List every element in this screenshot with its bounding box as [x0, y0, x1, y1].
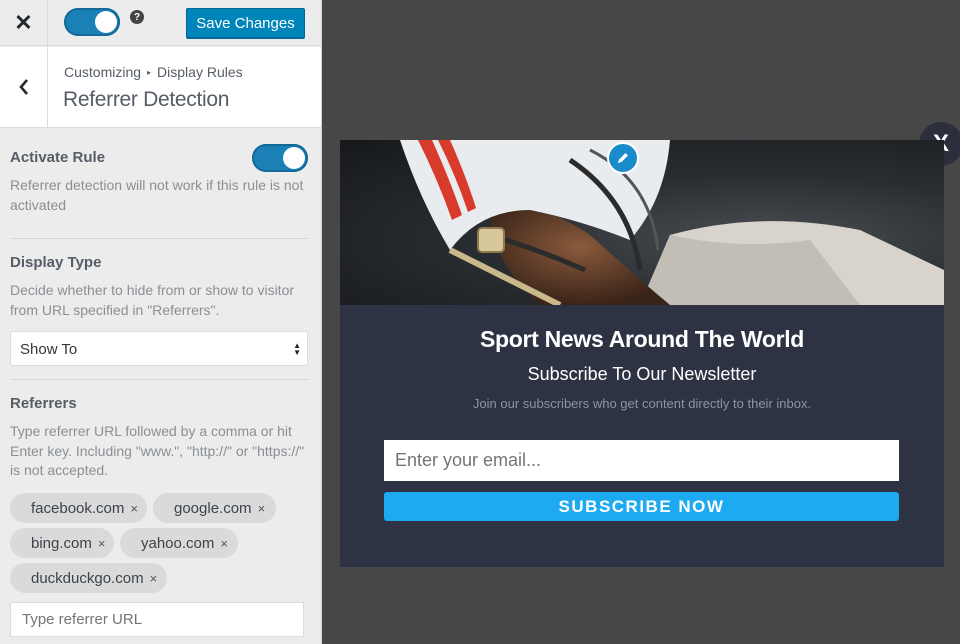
popup-subtitle: Subscribe To Our Newsletter	[527, 364, 757, 384]
global-toggle[interactable]	[64, 8, 120, 36]
referrer-tag-label: facebook.com	[31, 499, 125, 517]
remove-tag-icon[interactable]: ×	[150, 571, 158, 586]
customizer-topbar: ✕ ? Save Changes	[0, 0, 321, 46]
referrer-tag-label: yahoo.com	[141, 534, 215, 552]
chevron-left-icon	[18, 79, 28, 95]
referrers-description: Type referrer URL followed by a comma or…	[10, 423, 305, 478]
divider	[10, 238, 308, 239]
remove-tag-icon[interactable]: ×	[220, 536, 228, 551]
referrer-tag: facebook.com ×	[10, 493, 147, 523]
breadcrumb-root: Customizing	[64, 64, 142, 80]
remove-tag-icon[interactable]: ×	[258, 501, 266, 516]
referrers-title: Referrers	[10, 395, 77, 412]
display-type-selected: Show To	[20, 341, 78, 358]
pencil-glyph	[618, 153, 628, 163]
activate-rule-description: Referrer detection will not work if this…	[10, 177, 304, 213]
breadcrumb-current: Display Rules	[157, 64, 243, 80]
referrer-tag: bing.com ×	[10, 528, 114, 558]
toggle-knob	[283, 147, 305, 169]
activate-rule-toggle[interactable]	[252, 144, 308, 172]
subscribe-button[interactable]: SUBSCRIBE NOW	[384, 492, 899, 521]
football-player-illustration	[400, 140, 944, 305]
breadcrumb-arrow-icon: ▸	[147, 68, 152, 77]
divider	[10, 379, 308, 380]
popup-description: Join our subscribers who get content dir…	[472, 396, 812, 411]
remove-tag-icon[interactable]: ×	[98, 536, 106, 551]
display-type-select[interactable]: Show To ▲ ▼	[10, 331, 308, 366]
close-icon: ✕	[14, 10, 33, 35]
display-type-title: Display Type	[10, 254, 102, 271]
referrer-tag-label: google.com	[174, 499, 252, 517]
referrer-tag-label: bing.com	[31, 534, 92, 552]
referrer-tag: duckduckgo.com ×	[10, 563, 167, 593]
newsletter-popup: Sport News Around The World Subscribe To…	[340, 140, 944, 567]
activate-rule-title: Activate Rule	[10, 149, 106, 166]
display-type-description: Decide whether to hide from or show to v…	[10, 282, 295, 318]
popup-title: Sport News Around The World	[479, 326, 805, 352]
hero-image	[340, 140, 944, 305]
close-customizer-button[interactable]: ✕	[0, 0, 48, 46]
select-arrows-icon: ▲ ▼	[293, 341, 301, 357]
customizer-sidebar: ✕ ? Save Changes Customizing ▸ Display Rul…	[0, 0, 322, 644]
edit-pencil-icon[interactable]	[607, 142, 639, 174]
back-button[interactable]	[0, 47, 48, 127]
remove-tag-icon[interactable]: ×	[130, 501, 138, 516]
help-icon[interactable]: ?	[130, 10, 144, 24]
breadcrumb: Customizing ▸ Display Rules	[64, 64, 243, 80]
toggle-knob	[95, 11, 117, 33]
save-changes-button[interactable]: Save Changes	[186, 8, 305, 38]
section-title: Referrer Detection	[63, 88, 230, 111]
referrer-url-input[interactable]	[10, 602, 304, 637]
referrer-tag-label: duckduckgo.com	[31, 569, 144, 587]
section-header: Customizing ▸ Display Rules Referrer Detec…	[0, 47, 321, 128]
referrer-tag: yahoo.com ×	[120, 528, 238, 558]
email-input[interactable]	[384, 440, 899, 481]
referrer-tag: google.com ×	[153, 493, 276, 523]
